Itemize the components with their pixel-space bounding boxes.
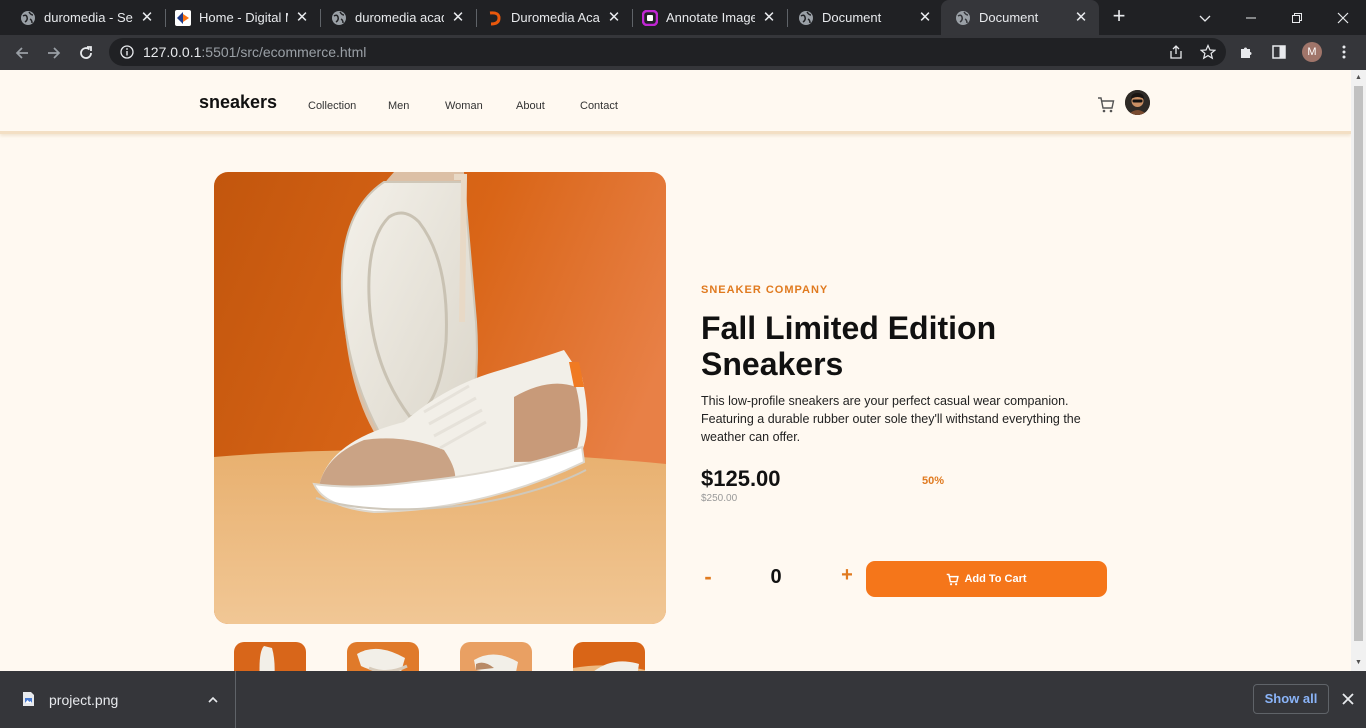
browser-tab-active[interactable]: Document ✕ (941, 0, 1099, 35)
info-icon[interactable] (119, 44, 135, 60)
close-icon[interactable]: ✕ (139, 9, 155, 26)
minimize-icon (1246, 17, 1256, 18)
address-bar[interactable]: 127.0.0.1:5501/src/ecommerce.html (109, 38, 1226, 66)
close-icon[interactable] (1339, 690, 1357, 708)
thumbnail-image[interactable] (347, 642, 419, 671)
current-price: $125.00 (701, 466, 781, 491)
site-logo[interactable]: sneakers (199, 92, 277, 113)
restore-icon (1292, 12, 1302, 23)
globe-icon (20, 10, 36, 26)
share-icon[interactable] (1168, 44, 1184, 60)
close-icon[interactable]: ✕ (606, 9, 622, 26)
close-window-button[interactable] (1320, 0, 1366, 35)
browser-tab[interactable]: Duromedia Academy ✕ (467, 0, 632, 35)
browser-tab[interactable]: Document ✕ (778, 0, 943, 35)
arrow-right-icon (48, 47, 61, 59)
thumbnail-image[interactable] (460, 642, 532, 671)
download-bar: project.png Show all (0, 671, 1366, 728)
browser-tab-strip: duromedia - Search ✕ Home - Digital Mark… (0, 0, 1366, 35)
tab-search-button[interactable] (1182, 0, 1228, 35)
site-header: sneakers Collection Men Woman About Cont… (0, 70, 1351, 134)
bookmark-star-icon[interactable] (1200, 44, 1216, 60)
globe-icon (955, 10, 971, 26)
tab-title: duromedia academy (355, 10, 444, 25)
reload-button[interactable] (72, 39, 100, 67)
tab-title: Duromedia Academy (511, 10, 600, 25)
nav-link-men[interactable]: Men (388, 100, 409, 112)
close-icon[interactable]: ✕ (1073, 9, 1089, 26)
digital-logo-icon (175, 9, 191, 26)
url-host: 127.0.0.1 (143, 44, 202, 60)
tab-title: duromedia - Search (44, 10, 133, 25)
download-item[interactable]: project.png (0, 671, 236, 728)
page-viewport: sneakers Collection Men Woman About Cont… (0, 70, 1366, 671)
url-path: :5501/src/ecommerce.html (201, 44, 367, 60)
close-icon[interactable]: ✕ (761, 9, 777, 26)
product-description: This low-profile sneakers are your perfe… (701, 394, 1081, 444)
duromedia-logo-icon (487, 10, 503, 26)
thumbnail-image[interactable] (234, 642, 306, 671)
tab-title: Home - Digital Marketing (199, 10, 288, 25)
globe-icon (798, 10, 814, 26)
browser-tab[interactable]: duromedia - Search ✕ (0, 0, 165, 35)
browser-tab[interactable]: Annotate Image ✕ (622, 0, 787, 35)
close-icon[interactable]: ✕ (917, 9, 933, 26)
new-tab-button[interactable]: + (1108, 5, 1130, 28)
increase-quantity-button[interactable]: + (839, 564, 855, 587)
add-to-cart-label: Add To Cart (964, 573, 1027, 585)
company-label: SNEAKER COMPANY (701, 284, 829, 296)
scrollbar-thumb[interactable] (1354, 86, 1363, 641)
arrow-left-icon (15, 47, 28, 59)
chevron-down-icon (1199, 15, 1211, 22)
minimize-button[interactable] (1228, 0, 1274, 35)
tab-title: Document (979, 10, 1039, 25)
tab-title: Annotate Image (666, 10, 755, 25)
decrease-quantity-button[interactable]: - (700, 564, 716, 590)
side-panel-icon[interactable] (1270, 43, 1288, 61)
close-icon[interactable]: ✕ (450, 9, 466, 26)
nav-link-about[interactable]: About (516, 100, 545, 112)
tab-title: Document (822, 10, 882, 25)
cart-icon (947, 573, 960, 585)
thumbnail-image[interactable] (573, 642, 645, 671)
image-file-icon (22, 691, 35, 707)
scroll-up-arrow-icon[interactable]: ▲ (1354, 73, 1363, 82)
chevron-up-icon[interactable] (206, 693, 220, 707)
nav-link-contact[interactable]: Contact (580, 100, 618, 112)
close-icon[interactable]: ✕ (294, 9, 310, 26)
vertical-scrollbar[interactable]: ▲ ▼ (1351, 70, 1366, 671)
restore-button[interactable] (1274, 0, 1320, 35)
product-title: Fall Limited Edition Sneakers (701, 310, 997, 382)
cart-icon[interactable] (1097, 96, 1115, 114)
extensions-puzzle-icon[interactable] (1238, 43, 1256, 61)
annotate-logo-icon (642, 9, 658, 26)
discount-badge: 50% (922, 475, 945, 487)
quantity-value: 0 (770, 566, 782, 588)
browser-tab[interactable]: duromedia academy ✕ (311, 0, 476, 35)
kebab-menu-icon[interactable] (1335, 43, 1353, 61)
globe-icon (331, 10, 347, 26)
user-avatar[interactable] (1125, 90, 1150, 115)
browser-tab[interactable]: Home - Digital Marketing ✕ (155, 0, 320, 35)
url-text[interactable]: 127.0.0.1:5501/src/ecommerce.html (143, 44, 366, 60)
add-to-cart-button[interactable]: Add To Cart (866, 561, 1107, 597)
browser-toolbar: 127.0.0.1:5501/src/ecommerce.html M (0, 35, 1366, 70)
download-file-name: project.png (49, 692, 119, 708)
nav-link-collection[interactable]: Collection (308, 100, 356, 112)
product-main-image[interactable] (214, 172, 666, 624)
reload-icon (80, 46, 92, 59)
back-button[interactable] (8, 39, 36, 67)
nav-link-woman[interactable]: Woman (445, 100, 483, 112)
close-icon (1337, 12, 1349, 23)
original-price: $250.00 (701, 493, 738, 504)
show-all-downloads-button[interactable]: Show all (1253, 684, 1329, 714)
forward-button[interactable] (40, 39, 68, 67)
scroll-down-arrow-icon[interactable]: ▼ (1354, 658, 1363, 667)
profile-avatar[interactable]: M (1302, 42, 1322, 62)
